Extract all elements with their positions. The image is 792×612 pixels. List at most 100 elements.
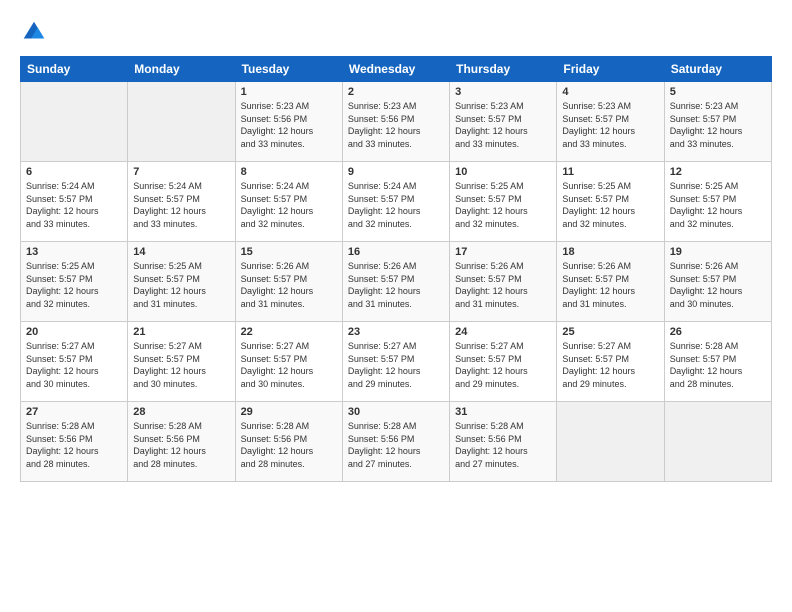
day-number: 31 xyxy=(455,406,551,418)
calendar-cell: 13 Sunrise: 5:25 AM Sunset: 5:57 PM Dayli… xyxy=(21,242,128,322)
day-info: Sunrise: 5:27 AM Sunset: 5:57 PM Dayligh… xyxy=(455,340,551,390)
calendar-cell: 28 Sunrise: 5:28 AM Sunset: 5:56 PM Dayli… xyxy=(128,402,235,482)
day-info: Sunrise: 5:28 AM Sunset: 5:56 PM Dayligh… xyxy=(133,420,229,470)
calendar-cell: 1Sunrise: 5:23 AM Sunset: 5:56 PM Daylig… xyxy=(235,82,342,162)
day-number: 25 xyxy=(562,326,658,338)
day-info: Sunrise: 5:25 AM Sunset: 5:57 PM Dayligh… xyxy=(670,180,766,230)
day-number: 12 xyxy=(670,166,766,178)
day-info: Sunrise: 5:23 AM Sunset: 5:57 PM Dayligh… xyxy=(562,100,658,150)
day-number: 21 xyxy=(133,326,229,338)
calendar-cell: 9Sunrise: 5:24 AM Sunset: 5:57 PM Daylig… xyxy=(342,162,449,242)
calendar-cell: 25 Sunrise: 5:27 AM Sunset: 5:57 PM Dayli… xyxy=(557,322,664,402)
calendar-cell: 16 Sunrise: 5:26 AM Sunset: 5:57 PM Dayli… xyxy=(342,242,449,322)
logo-icon xyxy=(20,18,48,46)
day-info: Sunrise: 5:25 AM Sunset: 5:57 PM Dayligh… xyxy=(133,260,229,310)
calendar-cell: 6 Sunrise: 5:24 AM Sunset: 5:57 PM Daylig… xyxy=(21,162,128,242)
day-info: Sunrise: 5:25 AM Sunset: 5:57 PM Dayligh… xyxy=(455,180,551,230)
calendar-cell: 23 Sunrise: 5:27 AM Sunset: 5:57 PM Dayli… xyxy=(342,322,449,402)
day-info: Sunrise: 5:27 AM Sunset: 5:57 PM Dayligh… xyxy=(26,340,122,390)
calendar-cell: 2 Sunrise: 5:23 AM Sunset: 5:56 PM Daylig… xyxy=(342,82,449,162)
calendar-cell: 18Sunrise: 5:26 AM Sunset: 5:57 PM Dayli… xyxy=(557,242,664,322)
calendar-week-row: 6 Sunrise: 5:24 AM Sunset: 5:57 PM Daylig… xyxy=(21,162,772,242)
calendar-cell: 29 Sunrise: 5:28 AM Sunset: 5:56 PM Dayli… xyxy=(235,402,342,482)
day-info: Sunrise: 5:26 AM Sunset: 5:57 PM Dayligh… xyxy=(348,260,444,310)
calendar-header-row: SundayMondayTuesdayWednesdayThursdayFrid… xyxy=(21,57,772,82)
day-info: Sunrise: 5:24 AM Sunset: 5:57 PM Dayligh… xyxy=(348,180,444,230)
day-number: 27 xyxy=(26,406,122,418)
day-number: 20 xyxy=(26,326,122,338)
day-number: 1 xyxy=(241,86,337,98)
day-info: Sunrise: 5:24 AM Sunset: 5:57 PM Dayligh… xyxy=(133,180,229,230)
day-info: Sunrise: 5:24 AM Sunset: 5:57 PM Dayligh… xyxy=(241,180,337,230)
calendar-cell: 5Sunrise: 5:23 AM Sunset: 5:57 PM Daylig… xyxy=(664,82,771,162)
day-number: 8 xyxy=(241,166,337,178)
calendar-cell: 4 Sunrise: 5:23 AM Sunset: 5:57 PM Daylig… xyxy=(557,82,664,162)
calendar-cell: 30 Sunrise: 5:28 AM Sunset: 5:56 PM Dayli… xyxy=(342,402,449,482)
day-number: 13 xyxy=(26,246,122,258)
day-number: 10 xyxy=(455,166,551,178)
day-info: Sunrise: 5:28 AM Sunset: 5:56 PM Dayligh… xyxy=(241,420,337,470)
day-number: 7 xyxy=(133,166,229,178)
calendar-week-row: 13 Sunrise: 5:25 AM Sunset: 5:57 PM Dayli… xyxy=(21,242,772,322)
day-info: Sunrise: 5:23 AM Sunset: 5:56 PM Dayligh… xyxy=(348,100,444,150)
calendar-week-row: 1 Sunrise: 5:23 AM Sunset: 5:56 PM Daylig… xyxy=(21,82,772,162)
calendar-cell: 10 Sunrise: 5:25 AM Sunset: 5:57 PM Dayli… xyxy=(450,162,557,242)
logo xyxy=(20,18,52,46)
day-info: Sunrise: 5:27 AM Sunset: 5:57 PM Dayligh… xyxy=(241,340,337,390)
calendar-week-row: 20 Sunrise: 5:27 AM Sunset: 5:57 PM Dayli… xyxy=(21,322,772,402)
calendar-cell: 15 Sunrise: 5:26 AM Sunset: 5:57 PM Dayli… xyxy=(235,242,342,322)
day-number: 30 xyxy=(348,406,444,418)
day-info: Sunrise: 5:27 AM Sunset: 5:57 PM Dayligh… xyxy=(562,340,658,390)
day-info: Sunrise: 5:28 AM Sunset: 5:56 PM Dayligh… xyxy=(455,420,551,470)
day-number: 15 xyxy=(241,246,337,258)
calendar-week-row: 27 Sunrise: 5:28 AM Sunset: 5:56 PM Dayli… xyxy=(21,402,772,482)
calendar-cell: 31 Sunrise: 5:28 AM Sunset: 5:56 PM Dayli… xyxy=(450,402,557,482)
day-number: 5 xyxy=(670,86,766,98)
calendar-day-header: Friday xyxy=(557,57,664,82)
calendar-day-header: Wednesday xyxy=(342,57,449,82)
calendar-cell: 3 Sunrise: 5:23 AM Sunset: 5:57 PM Daylig… xyxy=(450,82,557,162)
day-info: Sunrise: 5:27 AM Sunset: 5:57 PM Dayligh… xyxy=(133,340,229,390)
day-number: 2 xyxy=(348,86,444,98)
day-number: 22 xyxy=(241,326,337,338)
day-number: 19 xyxy=(670,246,766,258)
calendar-day-header: Thursday xyxy=(450,57,557,82)
calendar-cell: 14 Sunrise: 5:25 AM Sunset: 5:57 PM Dayli… xyxy=(128,242,235,322)
day-number: 17 xyxy=(455,246,551,258)
calendar-day-header: Saturday xyxy=(664,57,771,82)
day-number: 3 xyxy=(455,86,551,98)
calendar-cell xyxy=(128,82,235,162)
day-info: Sunrise: 5:28 AM Sunset: 5:56 PM Dayligh… xyxy=(348,420,444,470)
day-info: Sunrise: 5:26 AM Sunset: 5:57 PM Dayligh… xyxy=(241,260,337,310)
day-number: 14 xyxy=(133,246,229,258)
day-info: Sunrise: 5:25 AM Sunset: 5:57 PM Dayligh… xyxy=(562,180,658,230)
calendar-cell: 22 Sunrise: 5:27 AM Sunset: 5:57 PM Dayli… xyxy=(235,322,342,402)
day-number: 11 xyxy=(562,166,658,178)
day-info: Sunrise: 5:23 AM Sunset: 5:57 PM Dayligh… xyxy=(455,100,551,150)
calendar-cell: 11 Sunrise: 5:25 AM Sunset: 5:57 PM Dayli… xyxy=(557,162,664,242)
day-number: 26 xyxy=(670,326,766,338)
day-number: 16 xyxy=(348,246,444,258)
calendar-cell: 26 Sunrise: 5:28 AM Sunset: 5:57 PM Dayli… xyxy=(664,322,771,402)
calendar-cell xyxy=(21,82,128,162)
day-number: 23 xyxy=(348,326,444,338)
day-info: Sunrise: 5:28 AM Sunset: 5:57 PM Dayligh… xyxy=(670,340,766,390)
calendar-table: SundayMondayTuesdayWednesdayThursdayFrid… xyxy=(20,56,772,482)
calendar-day-header: Tuesday xyxy=(235,57,342,82)
day-info: Sunrise: 5:24 AM Sunset: 5:57 PM Dayligh… xyxy=(26,180,122,230)
day-info: Sunrise: 5:27 AM Sunset: 5:57 PM Dayligh… xyxy=(348,340,444,390)
day-info: Sunrise: 5:28 AM Sunset: 5:56 PM Dayligh… xyxy=(26,420,122,470)
day-info: Sunrise: 5:26 AM Sunset: 5:57 PM Dayligh… xyxy=(562,260,658,310)
calendar-cell xyxy=(557,402,664,482)
day-number: 28 xyxy=(133,406,229,418)
calendar-day-header: Monday xyxy=(128,57,235,82)
day-info: Sunrise: 5:25 AM Sunset: 5:57 PM Dayligh… xyxy=(26,260,122,310)
calendar-cell: 20 Sunrise: 5:27 AM Sunset: 5:57 PM Dayli… xyxy=(21,322,128,402)
page: SundayMondayTuesdayWednesdayThursdayFrid… xyxy=(0,0,792,612)
calendar-cell: 7 Sunrise: 5:24 AM Sunset: 5:57 PM Daylig… xyxy=(128,162,235,242)
day-number: 29 xyxy=(241,406,337,418)
calendar-cell: 12 Sunrise: 5:25 AM Sunset: 5:57 PM Dayli… xyxy=(664,162,771,242)
day-number: 6 xyxy=(26,166,122,178)
day-number: 4 xyxy=(562,86,658,98)
calendar-cell: 21 Sunrise: 5:27 AM Sunset: 5:57 PM Dayli… xyxy=(128,322,235,402)
